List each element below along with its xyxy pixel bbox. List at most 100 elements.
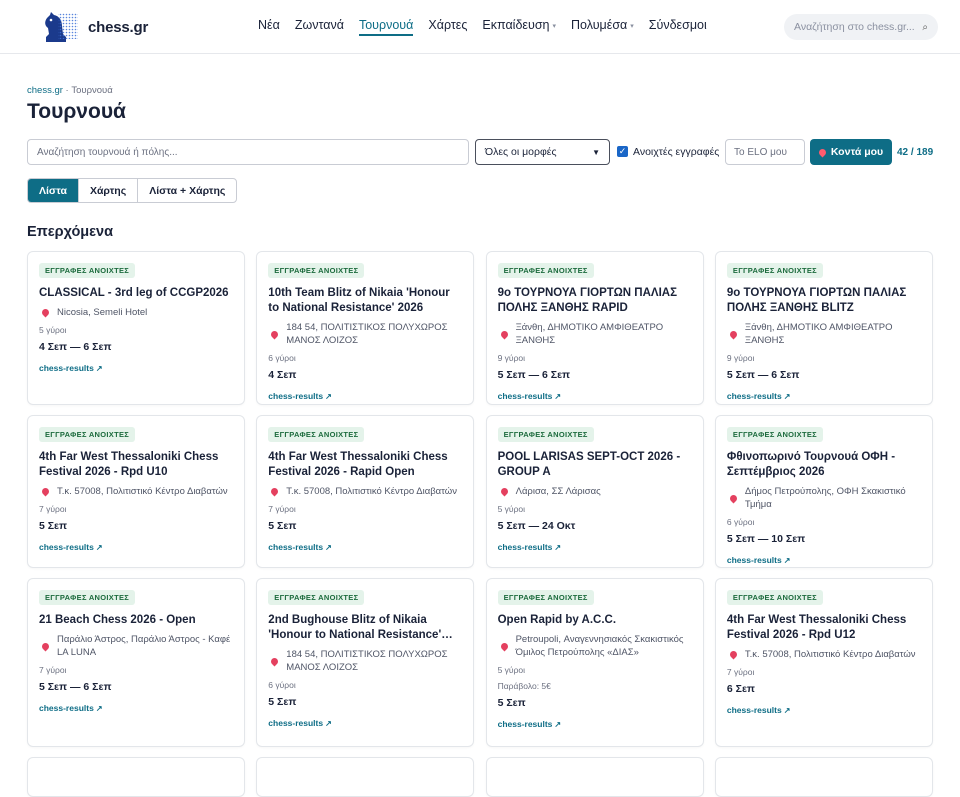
location-pin-icon: [269, 486, 280, 497]
open-registrations-label: Ανοιχτές εγγραφές: [633, 146, 720, 158]
tab-list-map[interactable]: Λίστα + Χάρτης: [138, 179, 236, 202]
breadcrumb-home-link[interactable]: chess.gr: [27, 85, 63, 96]
tournament-title[interactable]: 2nd Bughouse Blitz of Nikaia 'Honour to …: [268, 613, 462, 643]
nav-item-education[interactable]: Εκπαίδευση ▾: [482, 18, 556, 36]
nav-item-links[interactable]: Σύνδεσμοι: [649, 18, 707, 36]
main-nav: Νέα Ζωντανά Τουρνουά Χάρτες Εκπαίδευση ▾ …: [258, 18, 722, 36]
chevron-down-icon: ▼: [592, 147, 600, 157]
external-link-icon: ↗: [783, 556, 791, 565]
chess-results-link[interactable]: chess-results ↗: [727, 705, 791, 715]
external-link-icon: ↗: [554, 392, 562, 401]
tournament-rounds: 9 γύροι: [726, 353, 755, 363]
nav-label: Τουρνουά: [358, 18, 414, 32]
tournament-dates: 4 Σεπ — 6 Σεπ: [39, 341, 112, 353]
search-icon: ⌕: [922, 21, 928, 33]
open-registrations-checkbox[interactable]: ✓: [617, 146, 628, 157]
tournament-card[interactable]: ΕΓΓΡΑΦΕΣ ΑΝΟΙΧΤΕΣ 4th Far West Thessalon…: [256, 415, 475, 568]
chess-results-link[interactable]: chess-results ↗: [268, 391, 332, 401]
nav-item-media[interactable]: Πολυμέσα ▾: [571, 18, 634, 36]
nav-item-news[interactable]: Νέα: [258, 18, 280, 36]
tournament-title[interactable]: 4th Far West Thessaloniki Chess Festival…: [39, 450, 233, 480]
tournament-title[interactable]: 10th Team Blitz of Nikaia 'Honour to Nat…: [268, 286, 462, 316]
tournament-venue: Παράλιο Άστρος, Παράλιο Άστρος - Καφέ LA…: [39, 633, 233, 659]
chess-results-link[interactable]: chess-results ↗: [498, 542, 562, 552]
tournament-card[interactable]: ΕΓΓΡΑΦΕΣ ΑΝΟΙΧΤΕΣ Open Rapid by A.C.C. P…: [485, 578, 704, 747]
chess-results-link[interactable]: chess-results ↗: [498, 719, 562, 729]
external-link-icon: ↗: [783, 706, 791, 715]
status-badge: ΕΓΓΡΑΦΕΣ ΑΝΟΙΧΤΕΣ: [39, 590, 136, 605]
tournament-card[interactable]: [714, 757, 933, 797]
location-pin-icon: [728, 493, 739, 503]
tournament-rounds: 7 γύροι: [268, 504, 296, 514]
chess-results-link[interactable]: chess-results ↗: [268, 718, 332, 728]
chess-knight-logo-icon: [45, 12, 78, 42]
chess-results-link[interactable]: chess-results ↗: [498, 391, 562, 401]
tournament-card[interactable]: [27, 757, 245, 797]
tournament-title[interactable]: POOL LARISAS SEPT-OCT 2026 - GROUP A: [498, 450, 692, 480]
tournament-card[interactable]: ΕΓΓΡΑΦΕΣ ΑΝΟΙΧΤΕΣ Φθινοπωρινό Τουρνουά Ο…: [714, 415, 933, 568]
format-select[interactable]: Όλες οι μορφές ▼: [475, 139, 610, 165]
nav-item-maps[interactable]: Χάρτες: [428, 18, 467, 36]
location-pin-icon: [40, 307, 51, 318]
tab-list[interactable]: Λίστα: [28, 179, 79, 202]
tournament-card[interactable]: ΕΓΓΡΑΦΕΣ ΑΝΟΙΧΤΕΣ 4th Far West Thessalon…: [714, 578, 933, 747]
tournament-title[interactable]: Φθινοπωρινό Τουρνουά ΟΦΗ - Σεπτέμβριος 2…: [727, 450, 921, 480]
elo-placeholder: Το ELO μου: [734, 146, 787, 158]
elo-input[interactable]: Το ELO μου: [725, 139, 805, 165]
chess-results-link[interactable]: chess-results ↗: [727, 555, 791, 565]
tournament-rounds: 9 γύροι: [497, 353, 526, 363]
tournament-title[interactable]: 4th Far West Thessaloniki Chess Festival…: [268, 450, 462, 480]
site-header: chess.gr Νέα Ζωντανά Τουρνουά Χάρτες Εκπ…: [0, 0, 960, 54]
location-pin-icon: [728, 649, 739, 660]
link-label: chess-results: [268, 542, 324, 552]
near-me-button[interactable]: Κοντά μου: [810, 139, 892, 165]
tournament-venue: Δήμος Πετρούπολης, ΟΦΗ Σκακιστικό Τμήμα: [727, 485, 921, 511]
tournament-card[interactable]: ΕΓΓΡΑΦΕΣ ΑΝΟΙΧΤΕΣ 2nd Bughouse Blitz of …: [256, 578, 475, 747]
tournament-card[interactable]: ΕΓΓΡΑΦΕΣ ΑΝΟΙΧΤΕΣ 9ο ΤΟΥΡΝΟΥΑ ΓΙΟΡΤΩΝ ΠΑ…: [485, 251, 704, 405]
nav-item-tournaments[interactable]: Τουρνουά: [358, 18, 414, 36]
logo-text: chess.gr: [88, 18, 149, 36]
tournament-card[interactable]: [485, 757, 704, 797]
nav-item-live[interactable]: Ζωντανά: [295, 18, 344, 36]
tournament-card[interactable]: ΕΓΓΡΑΦΕΣ ΑΝΟΙΧΤΕΣ 21 Beach Chess 2026 - …: [27, 578, 245, 747]
chess-results-link[interactable]: chess-results ↗: [39, 542, 103, 552]
tournament-card[interactable]: ΕΓΓΡΑΦΕΣ ΑΝΟΙΧΤΕΣ 4th Far West Thessalon…: [27, 415, 245, 568]
tournament-search-placeholder: Αναζήτηση τουρνουά ή πόλης...: [37, 146, 178, 158]
site-logo[interactable]: chess.gr: [38, 10, 148, 44]
tournament-title[interactable]: CLASSICAL - 3rd leg of CCGP2026: [39, 286, 233, 301]
chess-results-link[interactable]: chess-results ↗: [39, 363, 103, 373]
status-badge: ΕΓΓΡΑΦΕΣ ΑΝΟΙΧΤΕΣ: [726, 427, 823, 442]
tournament-title[interactable]: 21 Beach Chess 2026 - Open: [39, 613, 233, 628]
venue-text: Ξάνθη, ΔΗΜΟΤΙΚΟ ΑΜΦΙΘΕΑΤΡΟ ΞΑΝΘΗΣ: [744, 322, 893, 346]
tournament-card[interactable]: ΕΓΓΡΑΦΕΣ ΑΝΟΙΧΤΕΣ 10th Team Blitz of Nik…: [256, 251, 475, 405]
tournament-dates: 5 Σεπ: [39, 520, 68, 532]
tab-map[interactable]: Χάρτης: [79, 179, 139, 202]
tournament-title[interactable]: Open Rapid by A.C.C.: [498, 613, 692, 628]
chevron-down-icon: ▾: [630, 22, 634, 30]
format-select-value: Όλες οι μορφές: [485, 146, 557, 158]
chess-results-link[interactable]: chess-results ↗: [268, 542, 332, 552]
tournament-card[interactable]: [256, 757, 475, 797]
link-label: chess-results: [726, 705, 782, 715]
tournament-title[interactable]: 9ο ΤΟΥΡΝΟΥΑ ΓΙΟΡΤΩΝ ΠΑΛΙΑΣ ΠΟΛΗΣ ΞΑΝΘΗΣ …: [727, 286, 921, 316]
tournament-venue: Petroupoli, Αναγεννησιακός Σκακιστικός Ό…: [498, 633, 692, 659]
tournament-venue: Τ.κ. 57008, Πολιτιστικό Κέντρο Διαβατών: [727, 648, 921, 661]
nav-label: Πολυμέσα: [571, 18, 628, 32]
tournament-card[interactable]: ΕΓΓΡΑΦΕΣ ΑΝΟΙΧΤΕΣ POOL LARISAS SEPT-OCT …: [485, 415, 704, 568]
site-search-input[interactable]: Αναζήτηση στο chess.gr... ⌕: [784, 14, 938, 40]
view-toggle: Λίστα Χάρτης Λίστα + Χάρτης: [27, 178, 238, 203]
tournament-card[interactable]: ΕΓΓΡΑΦΕΣ ΑΝΟΙΧΤΕΣ CLASSICAL - 3rd leg of…: [27, 251, 245, 405]
tournament-title[interactable]: 4th Far West Thessaloniki Chess Festival…: [727, 613, 921, 643]
venue-text: Τ.κ. 57008, Πολιτιστικό Κέντρο Διαβατών: [57, 486, 228, 497]
link-label: chess-results: [726, 555, 782, 565]
tournament-card[interactable]: ΕΓΓΡΑΦΕΣ ΑΝΟΙΧΤΕΣ 9ο ΤΟΥΡΝΟΥΑ ΓΙΟΡΤΩΝ ΠΑ…: [714, 251, 933, 405]
tournament-rounds: 5 γύροι: [497, 504, 526, 514]
tournament-title[interactable]: 9ο ΤΟΥΡΝΟΥΑ ΓΙΟΡΤΩΝ ΠΑΛΙΑΣ ΠΟΛΗΣ ΞΑΝΘΗΣ …: [498, 286, 692, 316]
link-label: chess-results: [268, 391, 324, 401]
chess-results-link[interactable]: chess-results ↗: [727, 391, 791, 401]
external-link-icon: ↗: [95, 364, 103, 373]
tournament-search-input[interactable]: Αναζήτηση τουρνουά ή πόλης...: [27, 139, 469, 165]
tournament-fee: Παράβολο: 5€: [497, 681, 551, 691]
chess-results-link[interactable]: chess-results ↗: [39, 703, 103, 713]
results-count: 42 / 189: [897, 147, 934, 158]
